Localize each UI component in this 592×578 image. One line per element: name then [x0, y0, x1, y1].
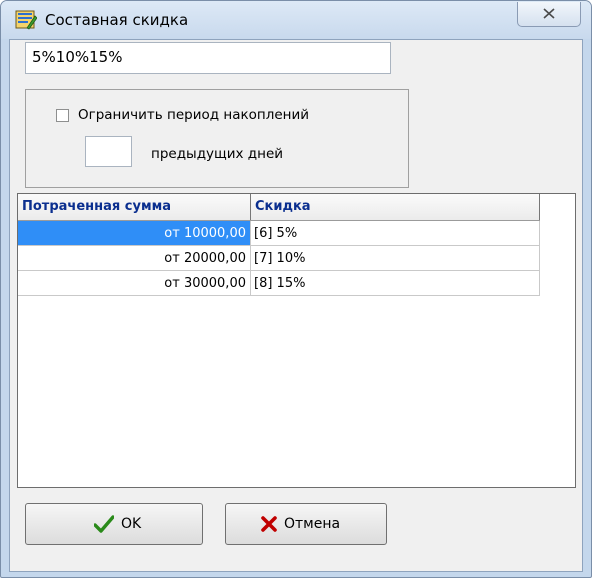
- window-title: Составная скидка: [45, 11, 189, 29]
- table-row[interactable]: от 10000,00 [6] 5%: [18, 221, 540, 246]
- table-row[interactable]: от 30000,00 [8] 15%: [18, 271, 540, 296]
- accumulation-group: Ограничить период накоплений предыдущих …: [25, 89, 409, 188]
- cancel-button[interactable]: Отмена: [225, 503, 387, 545]
- sum-cell[interactable]: от 30000,00: [18, 271, 251, 296]
- cross-icon: [261, 516, 277, 532]
- discount-cell[interactable]: [7] 10%: [251, 246, 540, 271]
- column-header-discount[interactable]: Скидка: [251, 194, 540, 220]
- grid-empty-area: [540, 194, 575, 487]
- sum-cell[interactable]: от 10000,00: [18, 221, 251, 246]
- table-row[interactable]: от 20000,00 [7] 10%: [18, 246, 540, 271]
- days-label: предыдущих дней: [151, 146, 284, 162]
- close-icon: [543, 8, 555, 19]
- grid-header: Потраченная сумма Скидка: [18, 194, 540, 221]
- column-header-spent-sum[interactable]: Потраченная сумма: [18, 194, 251, 220]
- discount-formula-input[interactable]: 5%10%15%: [25, 42, 391, 74]
- sum-cell[interactable]: от 20000,00: [18, 246, 251, 271]
- ok-label: OK: [121, 516, 142, 532]
- cancel-label: Отмена: [284, 516, 341, 532]
- discount-cell[interactable]: [8] 15%: [251, 271, 540, 296]
- limit-period-checkbox[interactable]: [56, 109, 69, 122]
- discount-grid: Потраченная сумма Скидка от 10000,00 [6]…: [17, 193, 576, 488]
- app-icon: [15, 10, 37, 30]
- limit-period-label[interactable]: Ограничить период накоплений: [78, 107, 309, 123]
- title-bar[interactable]: Составная скидка: [1, 1, 591, 39]
- discount-cell[interactable]: [6] 5%: [251, 221, 540, 246]
- close-button[interactable]: [517, 2, 581, 27]
- dialog-window: Составная скидка 5%10%15% Ограничить пер…: [0, 0, 592, 578]
- checkmark-icon: [94, 515, 114, 533]
- ok-button[interactable]: OK: [25, 503, 203, 545]
- days-input[interactable]: [85, 136, 132, 167]
